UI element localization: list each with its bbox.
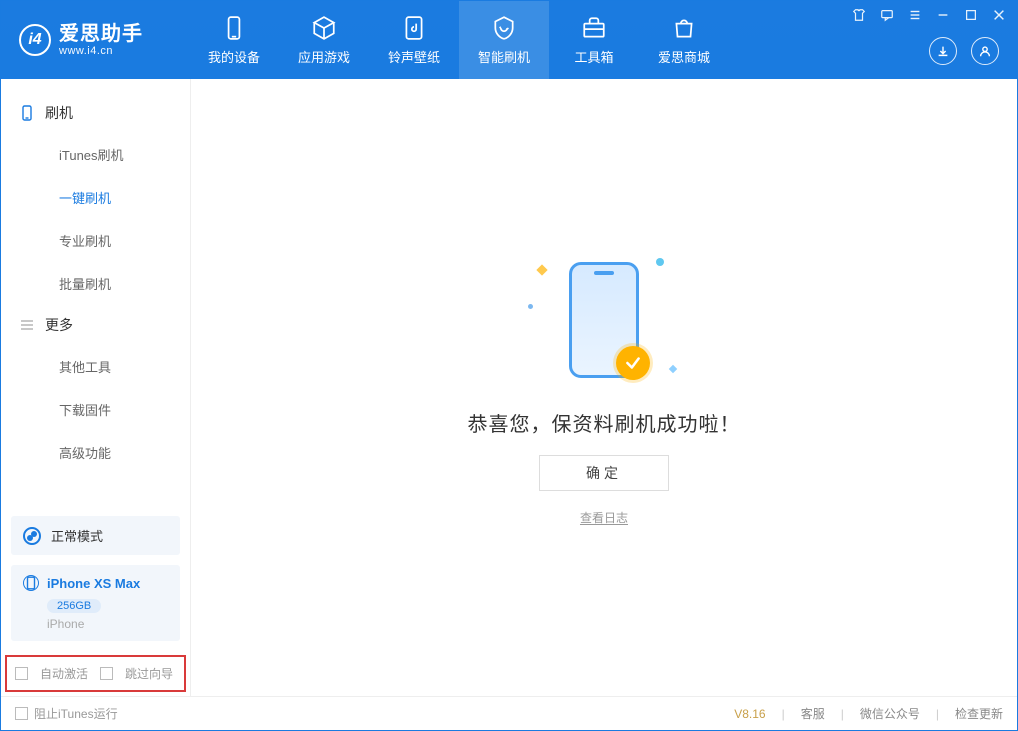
auto-activate-checkbox[interactable]: [15, 667, 28, 680]
device-icon: [221, 15, 247, 41]
download-manager-icon[interactable]: [929, 37, 957, 65]
device-card[interactable]: iPhone XS Max 256GB iPhone: [11, 565, 180, 641]
skip-guide-checkbox[interactable]: [100, 667, 113, 680]
view-log-link[interactable]: 查看日志: [580, 509, 628, 526]
music-file-icon: [401, 15, 427, 41]
sidebar-head-flash: 刷机: [1, 93, 190, 133]
brand-text: 爱思助手 www.i4.cn: [59, 23, 143, 57]
tab-label: 应用游戏: [298, 47, 350, 66]
device-mode-card[interactable]: 正常模式: [11, 516, 180, 555]
sidebar-head-more: 更多: [1, 305, 190, 345]
divider: |: [831, 707, 854, 721]
status-bar: 阻止iTunes运行 V8.16 | 客服 | 微信公众号 | 检查更新: [1, 696, 1017, 730]
app-window: i4 爱思助手 www.i4.cn 我的设备 应用游戏: [0, 0, 1018, 731]
skip-guide-label: 跳过向导: [125, 665, 173, 682]
device-storage-badge: 256GB: [47, 599, 101, 613]
brand-block: i4 爱思助手 www.i4.cn: [1, 1, 159, 79]
version-label: V8.16: [734, 707, 765, 721]
sparkle-icon: [528, 304, 533, 309]
window-controls: [851, 7, 1007, 23]
ok-button[interactable]: 确定: [539, 455, 669, 491]
customer-service-link[interactable]: 客服: [801, 705, 825, 722]
sidebar-item-pro-flash[interactable]: 专业刷机: [1, 219, 190, 262]
divider: |: [772, 707, 795, 721]
sidebar-item-one-click-flash[interactable]: 一键刷机: [1, 176, 190, 219]
tab-my-device[interactable]: 我的设备: [189, 1, 279, 79]
main-content: 恭喜您，保资料刷机成功啦！ 确定 查看日志: [191, 79, 1017, 696]
check-update-link[interactable]: 检查更新: [955, 705, 1003, 722]
brand-title: 爱思助手: [59, 23, 143, 45]
sidebar: 刷机 iTunes刷机 一键刷机 专业刷机 批量刷机 更多 其他工具 下载固件 …: [1, 79, 191, 696]
tab-label: 我的设备: [208, 47, 260, 66]
feedback-icon[interactable]: [879, 7, 895, 23]
block-itunes-label: 阻止iTunes运行: [34, 705, 118, 722]
maximize-icon[interactable]: [963, 7, 979, 23]
header-right-icons: [929, 37, 999, 65]
phone-outline-icon: [19, 105, 35, 121]
mode-label: 正常模式: [51, 526, 103, 545]
sidebar-bottom: 正常模式 iPhone XS Max 256GB iPhone: [1, 508, 190, 651]
block-itunes-checkbox[interactable]: [15, 707, 28, 720]
cube-icon: [311, 15, 337, 41]
divider: |: [926, 707, 949, 721]
shield-sync-icon: [491, 15, 517, 41]
tab-apps-games[interactable]: 应用游戏: [279, 1, 369, 79]
menu-icon[interactable]: [907, 7, 923, 23]
sidebar-item-other-tools[interactable]: 其他工具: [1, 345, 190, 388]
tab-label: 铃声壁纸: [388, 47, 440, 66]
checkmark-badge-icon: [616, 346, 650, 380]
tab-label: 工具箱: [574, 47, 613, 66]
device-name: iPhone XS Max: [47, 576, 140, 591]
flash-options-highlight: 自动激活 跳过向导: [5, 655, 186, 692]
auto-activate-label: 自动激活: [40, 665, 88, 682]
toolbox-icon: [581, 15, 607, 41]
body: 刷机 iTunes刷机 一键刷机 专业刷机 批量刷机 更多 其他工具 下载固件 …: [1, 79, 1017, 696]
sidebar-head-label: 更多: [45, 315, 73, 335]
minimize-icon[interactable]: [935, 7, 951, 23]
wechat-link[interactable]: 微信公众号: [860, 705, 920, 722]
tab-label: 爱思商城: [658, 47, 710, 66]
sidebar-head-label: 刷机: [45, 103, 73, 123]
sync-mode-icon: [23, 527, 41, 545]
close-icon[interactable]: [991, 7, 1007, 23]
sparkle-icon: [669, 364, 677, 372]
user-account-icon[interactable]: [971, 37, 999, 65]
title-bar: i4 爱思助手 www.i4.cn 我的设备 应用游戏: [1, 1, 1017, 79]
tab-ringtone-wallpaper[interactable]: 铃声壁纸: [369, 1, 459, 79]
list-icon: [19, 317, 35, 333]
brand-logo-icon: i4: [19, 24, 51, 56]
success-illustration: [514, 250, 694, 390]
skin-icon[interactable]: [851, 7, 867, 23]
brand-url: www.i4.cn: [59, 45, 143, 57]
sidebar-item-download-firmware[interactable]: 下载固件: [1, 388, 190, 431]
main-nav-tabs: 我的设备 应用游戏 铃声壁纸 智能刷机: [189, 1, 729, 79]
sidebar-item-advanced[interactable]: 高级功能: [1, 431, 190, 474]
sparkle-icon: [656, 258, 664, 266]
tab-toolbox[interactable]: 工具箱: [549, 1, 639, 79]
sidebar-item-batch-flash[interactable]: 批量刷机: [1, 262, 190, 305]
tab-smart-flash[interactable]: 智能刷机: [459, 1, 549, 79]
bag-icon: [671, 15, 697, 41]
tab-store[interactable]: 爱思商城: [639, 1, 729, 79]
tab-label: 智能刷机: [478, 47, 530, 66]
sparkle-icon: [536, 264, 547, 275]
device-small-icon: [23, 575, 39, 591]
success-message: 恭喜您，保资料刷机成功啦！: [468, 408, 741, 437]
sidebar-item-itunes-flash[interactable]: iTunes刷机: [1, 133, 190, 176]
device-type-label: iPhone: [47, 617, 168, 631]
